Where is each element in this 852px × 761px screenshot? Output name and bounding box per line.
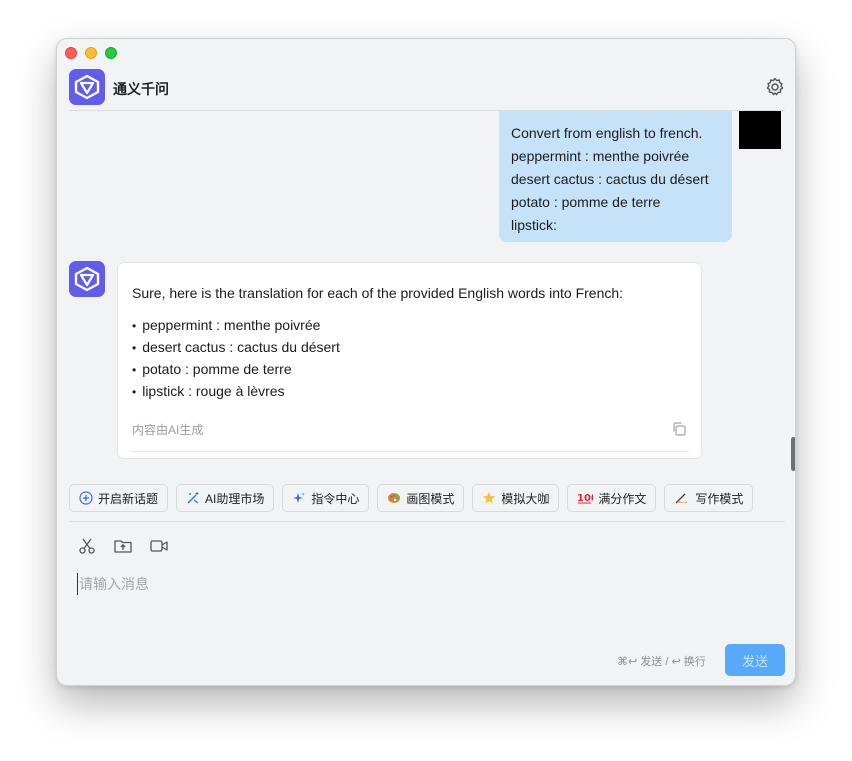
ai-assistant-market-button[interactable]: AI助理市场 <box>176 484 275 512</box>
list-item: desert cactus : cactus du désert <box>132 337 687 359</box>
new-topic-button[interactable]: 开启新话题 <box>69 484 169 512</box>
app-window: 通义千问 Convert from english to french. pep… <box>56 38 796 686</box>
video-camera-icon[interactable] <box>149 536 169 556</box>
list-item: peppermint : menthe poivrée <box>132 315 687 337</box>
app-header: 通义千问 <box>69 69 785 111</box>
chip-label: 模拟大咖 <box>501 491 550 506</box>
send-button[interactable]: 发送 <box>725 644 785 676</box>
hundred-icon: 100 <box>577 491 593 505</box>
ai-generated-note: 内容由AI生成 <box>132 423 204 437</box>
list-item: potato : pomme de terre <box>132 359 687 381</box>
user-message-line: lipstick: <box>511 217 557 233</box>
plus-circle-icon <box>79 491 93 505</box>
card-divider <box>130 451 689 452</box>
drawing-mode-button[interactable]: 画图模式 <box>377 484 465 512</box>
scrollbar-thumb[interactable] <box>791 437 795 471</box>
instruction-center-button[interactable]: 指令中心 <box>282 484 370 512</box>
chip-label: 指令中心 <box>311 491 360 506</box>
bot-message-list: peppermint : menthe poivrée desert cactu… <box>132 315 687 403</box>
user-message-line: potato : pomme de terre <box>511 194 661 210</box>
user-message-bubble: Convert from english to french. peppermi… <box>499 111 732 242</box>
simulate-expert-button[interactable]: 模拟大咖 <box>472 484 560 512</box>
user-message-line: desert cactus : cactus du désert <box>511 171 709 187</box>
user-message-line: peppermint : menthe poivrée <box>511 148 690 164</box>
bot-message-card: Sure, here is the translation for each o… <box>117 262 702 459</box>
composer-divider <box>69 521 785 522</box>
bot-message-intro: Sure, here is the translation for each o… <box>132 285 624 301</box>
minimize-window-button[interactable] <box>85 47 97 59</box>
palette-icon <box>387 491 401 505</box>
chip-label: 满分作文 <box>598 491 647 506</box>
full-score-essay-button[interactable]: 100 满分作文 <box>567 484 657 512</box>
bot-avatar-icon <box>69 261 105 297</box>
app-logo-icon <box>69 69 105 105</box>
star-icon <box>482 491 496 505</box>
chip-label: AI助理市场 <box>205 491 265 506</box>
svg-text:100: 100 <box>577 493 593 504</box>
chip-label: 开启新话题 <box>98 491 159 506</box>
app-title: 通义千问 <box>113 81 169 97</box>
message-input[interactable] <box>77 573 777 595</box>
window-controls <box>65 47 117 59</box>
writing-mode-button[interactable]: 写作模式 <box>664 484 754 512</box>
quick-action-bar: 开启新话题 AI助理市场 指令中心 画图模式 模拟大咖 10 满分作文 写作模式 <box>69 484 754 512</box>
close-window-button[interactable] <box>65 47 77 59</box>
magic-wand-icon <box>186 491 200 505</box>
list-item: lipstick : rouge à lèvres <box>132 381 687 403</box>
copy-icon[interactable] <box>671 421 687 437</box>
user-message-line: Convert from english to french. <box>511 125 703 141</box>
composer-toolbar <box>77 536 169 556</box>
zoom-window-button[interactable] <box>105 47 117 59</box>
user-avatar <box>739 111 781 149</box>
sparkle-icon <box>292 491 306 505</box>
gear-icon[interactable] <box>765 77 785 97</box>
scissors-icon[interactable] <box>77 536 97 556</box>
upload-folder-icon[interactable] <box>113 536 133 556</box>
writing-hand-icon <box>674 491 690 505</box>
chip-label: 画图模式 <box>406 491 455 506</box>
shortcut-hint: ⌘↩ 发送 / ↩ 换行 <box>617 656 706 668</box>
chip-label: 写作模式 <box>695 491 744 506</box>
